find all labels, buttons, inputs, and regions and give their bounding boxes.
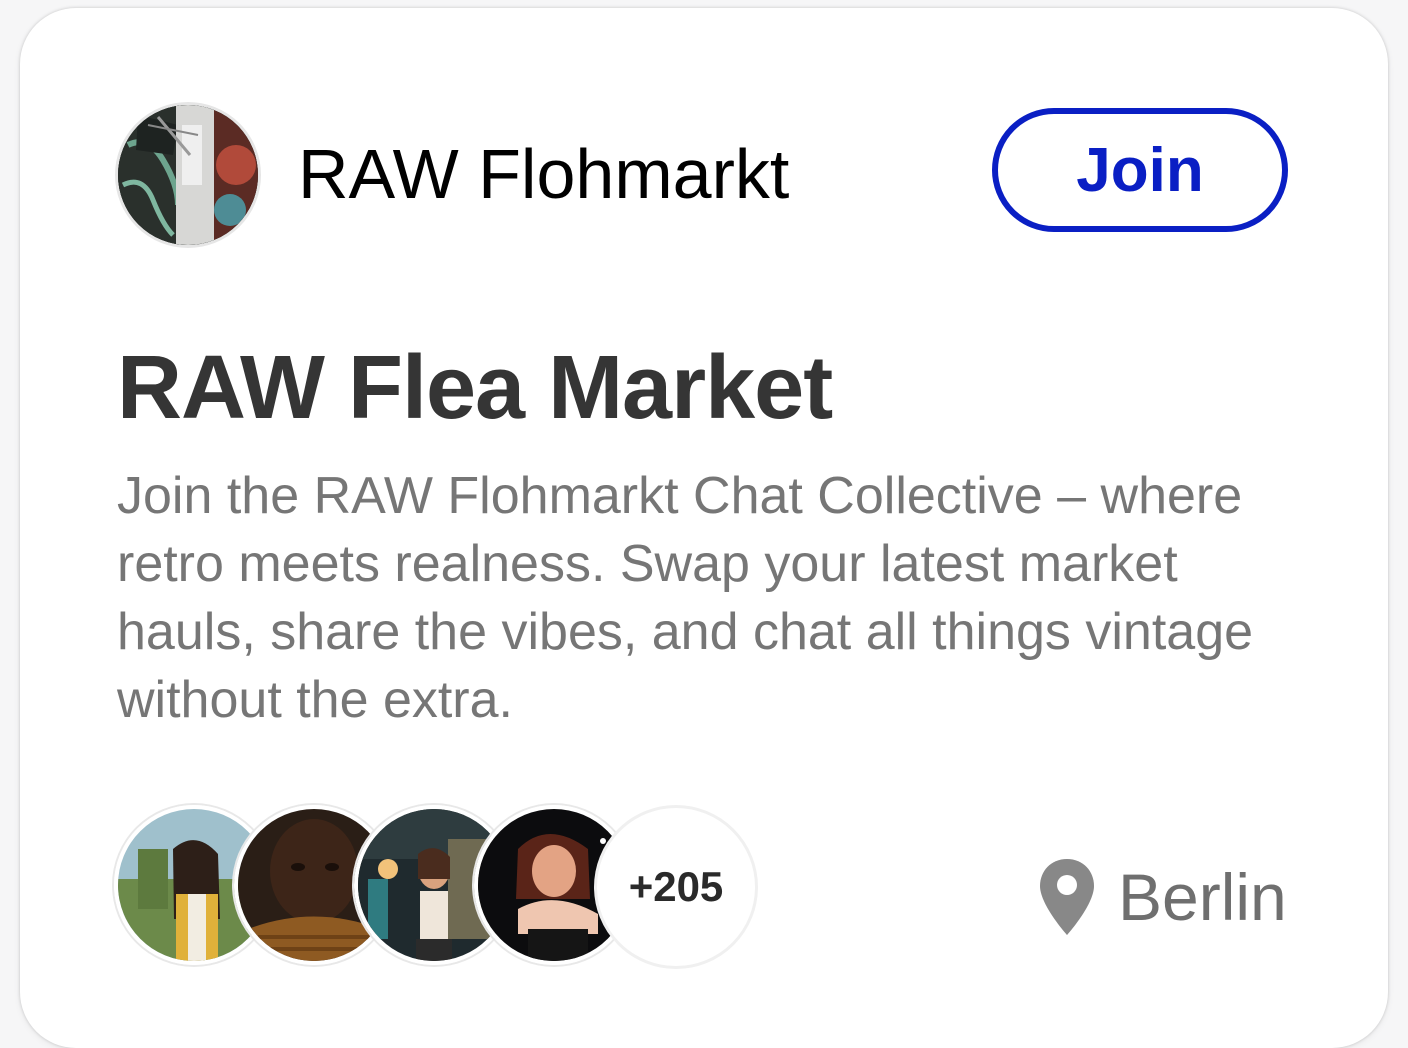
community-card[interactable]: RAW Flohmarkt Join RAW Flea Market Join … <box>20 8 1388 1048</box>
group-avatar[interactable] <box>115 102 261 248</box>
event-description: Join the RAW Flohmarkt Chat Collective –… <box>117 467 1254 729</box>
location-pin-icon <box>1040 859 1094 935</box>
location: Berlin <box>1038 854 1287 940</box>
join-button[interactable]: Join <box>992 108 1288 232</box>
member-overflow-count[interactable]: +205 <box>594 805 758 969</box>
graffiti-image <box>118 105 258 245</box>
member-avatars[interactable]: +205 <box>114 805 774 975</box>
event-title: RAW Flea Market <box>117 338 833 438</box>
group-name[interactable]: RAW Flohmarkt <box>298 134 789 214</box>
location-city: Berlin <box>1118 860 1287 934</box>
